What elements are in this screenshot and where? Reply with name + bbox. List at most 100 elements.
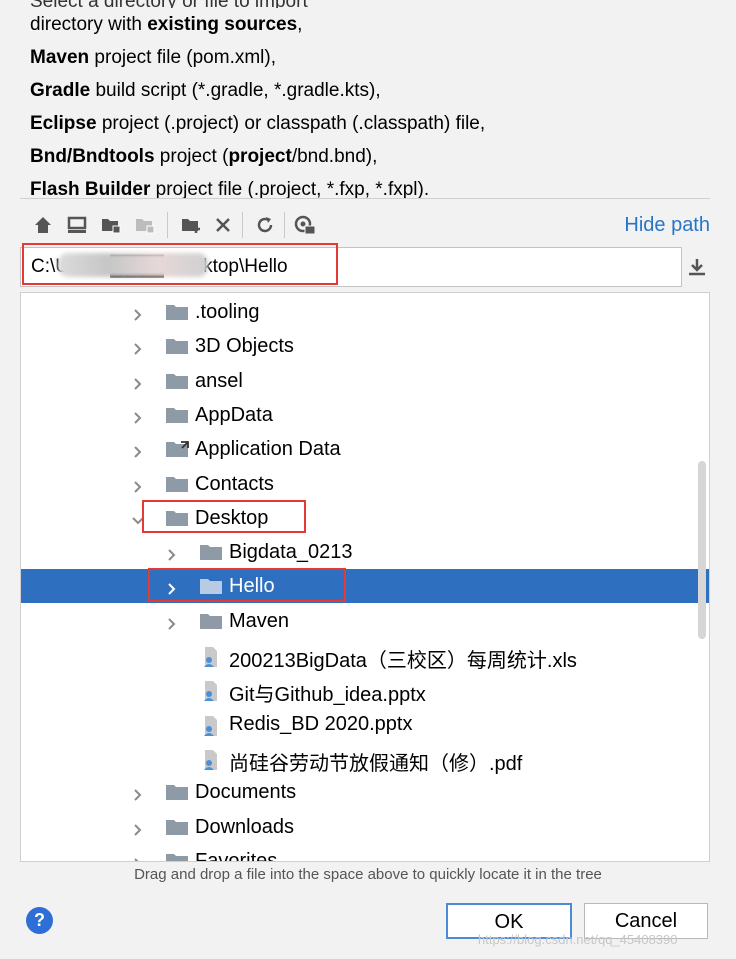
document-file-icon xyxy=(199,681,223,702)
tree-folder-row[interactable]: Desktop xyxy=(21,501,709,535)
folder-icon xyxy=(199,613,223,630)
chevron-right-icon[interactable] xyxy=(131,820,145,836)
path-highlight-box xyxy=(22,243,338,285)
tree-folder-row[interactable]: Application Data xyxy=(21,432,709,466)
tree-folder-row[interactable]: .tooling xyxy=(21,295,709,329)
toolbar-separator xyxy=(284,212,285,238)
tree-folder-row[interactable]: ansel xyxy=(21,364,709,398)
chevron-right-icon[interactable] xyxy=(131,305,145,321)
chevron-right-icon[interactable] xyxy=(131,374,145,390)
new-folder-icon[interactable] xyxy=(178,210,204,240)
folder-icon xyxy=(165,853,189,861)
folder-icon xyxy=(165,784,189,801)
description-text: /bnd.bnd), xyxy=(291,146,378,167)
chevron-right-icon[interactable] xyxy=(131,408,145,424)
chevron-right-icon[interactable] xyxy=(165,614,179,630)
tree-row-label: Application Data xyxy=(195,438,341,461)
tree-folder-row[interactable]: Downloads xyxy=(21,810,709,844)
description-bold-term: project xyxy=(228,146,292,167)
tree-row-label: Redis_BD 2020.pptx xyxy=(229,712,413,735)
chevron-right-icon[interactable] xyxy=(131,339,145,356)
description-bold-term: Maven xyxy=(30,47,90,68)
tree-file-row[interactable]: Redis_BD 2020.pptx xyxy=(21,707,709,741)
toolbar-separator xyxy=(167,212,168,238)
document-file-icon xyxy=(199,715,223,736)
description-line-partial: Select a directory or file to import xyxy=(30,0,720,8)
tree-folder-row[interactable]: Hello xyxy=(21,569,709,604)
description-text: project file (pom.xml), xyxy=(89,47,277,68)
description-line: Gradle build script (*.gradle, *.gradle.… xyxy=(30,74,720,107)
description-line: Maven project file (pom.xml), xyxy=(30,41,720,74)
hide-path-link[interactable]: Hide path xyxy=(624,214,710,237)
drag-drop-hint: Drag and drop a file into the space abov… xyxy=(134,866,602,883)
chevron-right-icon[interactable] xyxy=(131,477,145,493)
folder-link-icon xyxy=(165,441,189,458)
description-text: directory with xyxy=(30,14,148,35)
tree-row-label: 200213BigData（三校区）每周统计.xls xyxy=(229,650,577,672)
description-text: build script (*.gradle, *.gradle.kts), xyxy=(90,80,381,101)
folder-icon xyxy=(165,407,189,424)
chevron-right-icon[interactable] xyxy=(131,442,145,458)
hello-highlight-box xyxy=(148,568,346,602)
folder-icon xyxy=(199,544,223,561)
tree-folder-row[interactable]: AppData xyxy=(21,398,709,432)
chevron-right-icon[interactable] xyxy=(165,545,179,561)
home-icon[interactable] xyxy=(30,210,56,240)
folder-icon xyxy=(165,819,189,836)
tree-row-label: Bigdata_0213 xyxy=(229,541,353,564)
folder-icon xyxy=(165,338,189,355)
watermark: https://blog.csdn.net/qq_45408390 xyxy=(478,932,678,947)
description-bold-term: existing sources xyxy=(147,14,298,35)
folder-icon xyxy=(165,373,189,390)
description-text: project (.project) or classpath (.classp… xyxy=(96,113,486,134)
description-line: Eclipse project (.project) or classpath … xyxy=(30,107,720,140)
toolbar-separator xyxy=(242,212,243,238)
download-icon[interactable] xyxy=(686,256,708,278)
tree-folder-row[interactable]: Maven xyxy=(21,604,709,638)
tree-row-label: AppData xyxy=(195,403,273,426)
tree-scrollbar[interactable] xyxy=(698,461,706,639)
tree-folder-row[interactable]: 3D Objects xyxy=(21,329,709,363)
project-folder-icon[interactable] xyxy=(98,210,124,240)
tree-row-label: Documents xyxy=(195,781,297,804)
desktop-highlight-box xyxy=(142,500,306,533)
tree-row-label: .tooling xyxy=(195,301,260,323)
module-folder-icon[interactable] xyxy=(132,210,158,240)
tree-row-label: Downloads xyxy=(195,815,294,838)
chevron-right-icon[interactable] xyxy=(131,785,145,801)
tree-file-row[interactable]: Git与Github_idea.pptx xyxy=(21,672,709,706)
tree-folder-row[interactable]: Favorites xyxy=(21,844,709,862)
refresh-icon[interactable] xyxy=(252,210,278,240)
desktop-icon[interactable] xyxy=(64,210,90,240)
description: Select a directory or file to import dir… xyxy=(30,0,720,206)
separator xyxy=(20,198,710,199)
chevron-right-icon[interactable] xyxy=(131,854,145,861)
toolbar: Hide path xyxy=(20,202,710,248)
document-file-icon xyxy=(199,749,223,770)
tree-folder-row[interactable]: Contacts xyxy=(21,467,709,501)
description-bold-term: Flash Builder xyxy=(30,179,151,200)
tree-row-label: Maven xyxy=(229,609,290,632)
folder-icon xyxy=(165,476,189,493)
tree-folder-row[interactable]: Documents xyxy=(21,775,709,809)
description-bold-term: Gradle xyxy=(30,80,91,101)
document-file-icon xyxy=(199,647,223,667)
tree-row-label: Favorites xyxy=(195,849,278,862)
tree-row-label: ansel xyxy=(195,369,243,392)
tree-folder-row[interactable]: Bigdata_0213 xyxy=(21,535,709,569)
tree-row-label: Contacts xyxy=(195,472,274,495)
tree-file-row[interactable]: 200213BigData（三校区）每周统计.xls xyxy=(21,638,709,672)
description-bold-term: Bnd/Bndtools xyxy=(30,146,155,167)
description-bold-term: Eclipse xyxy=(30,113,97,134)
help-icon[interactable]: ? xyxy=(26,907,53,934)
description-text: project ( xyxy=(154,146,229,167)
description-line: Bnd/Bndtools project (project/bnd.bnd), xyxy=(30,140,720,173)
delete-icon[interactable] xyxy=(210,210,236,240)
description-text: , xyxy=(297,14,303,35)
description-line: directory with existing sources, xyxy=(30,8,720,41)
show-hidden-icon[interactable] xyxy=(292,210,318,240)
tree-row-label: 尚硅谷劳动节放假通知（修）.pdf xyxy=(229,752,523,775)
tree-file-row[interactable]: 尚硅谷劳动节放假通知（修）.pdf xyxy=(21,741,709,775)
file-tree[interactable]: .tooling 3D Objects ansel AppData Applicatio… xyxy=(20,292,710,862)
tree-row-label: Git与Github_idea.pptx xyxy=(229,684,426,707)
